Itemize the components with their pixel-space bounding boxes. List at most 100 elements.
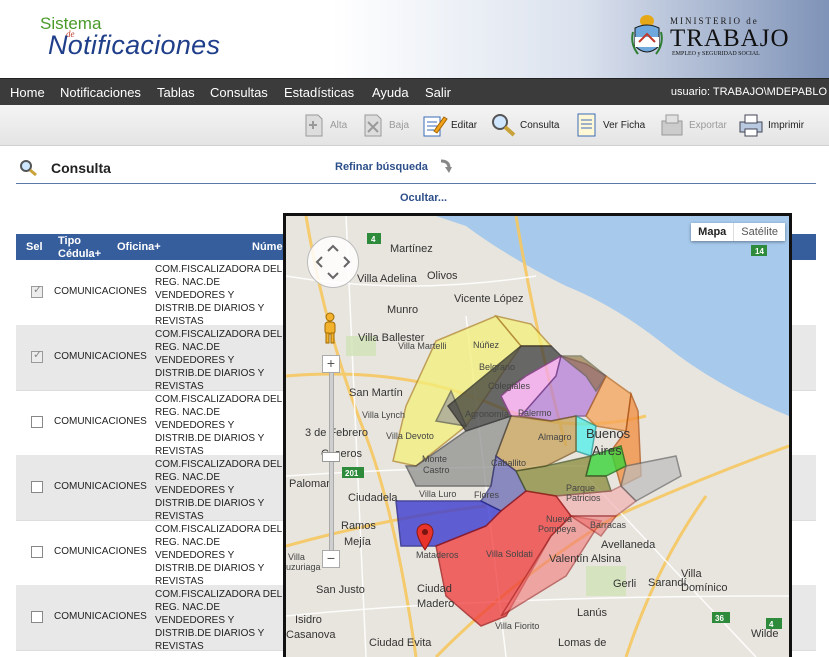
nav-consultas[interactable]: Consultas [210, 85, 268, 100]
route-201-label: 201 [345, 469, 359, 478]
map-label-san-justo: San Justo [316, 584, 365, 596]
route-4-label: 4 [371, 235, 376, 244]
map-label-palomar: Palomar [289, 478, 330, 490]
map-type-mapa[interactable]: Mapa [691, 223, 733, 241]
zoom-in-button[interactable]: + [322, 355, 340, 373]
zoom-slider-track[interactable] [329, 372, 334, 560]
baja-label: Baja [389, 119, 410, 131]
refinar-busqueda-link[interactable]: Refinar búsqueda [335, 161, 428, 173]
row-oficina-cell: COM.FISCALIZADORA DEL REG. NAC.DE VENDED… [155, 459, 282, 522]
ministerio-main-text: TRABAJO [670, 25, 790, 52]
map-type-satelite[interactable]: Satélite [733, 223, 785, 241]
map-label-ciudad-evita: Ciudad Evita [369, 637, 432, 649]
nav-estadisticas[interactable]: Estadísticas [284, 85, 354, 100]
map-label-palermo: Palermo [518, 408, 552, 418]
add-document-icon [305, 114, 323, 137]
map-label-lomas: Lomas de [558, 637, 606, 649]
header-sel[interactable]: Sel [26, 241, 43, 253]
row-select-checkbox[interactable] [31, 283, 43, 298]
row-tipo-cell: COMUNICACIONES [54, 481, 147, 492]
consulta-label: Consulta [520, 119, 560, 131]
alta-button[interactable]: Alta [299, 110, 347, 140]
map-label-caballito: Caballito [491, 458, 526, 468]
map-label-luzuriaga: uzuriaga [286, 562, 321, 572]
map-label-ciudadela: Ciudadela [348, 492, 398, 504]
header-numero[interactable]: Núme [252, 241, 283, 253]
row-select-checkbox[interactable] [31, 611, 43, 623]
exportar-button[interactable]: Exportar [658, 110, 727, 140]
editar-button[interactable]: Editar [420, 110, 477, 140]
action-toolbar: Alta Baja Editar Consulta Ver Ficha Expo… [0, 105, 829, 146]
ver-ficha-button[interactable]: Ver Ficha [572, 110, 645, 140]
map-label-agronomia: Agronomía [465, 409, 509, 419]
ministerio-trabajo-logo: MINISTERIO de TRABAJO EMPLEO y SEGURIDAD… [630, 12, 825, 64]
user-info: usuario: TRABAJO\MDEPABLO [670, 86, 827, 98]
map-label-san-martin: San Martín [349, 387, 403, 399]
imprimir-label: Imprimir [768, 119, 805, 131]
map-label-munro: Munro [387, 304, 418, 316]
pan-control[interactable] [307, 236, 359, 288]
main-nav: Home Notificaciones Tablas Consultas Est… [0, 78, 829, 106]
street-view-pegman-icon[interactable] [322, 312, 338, 344]
map-label-lanus: Lanús [577, 607, 607, 619]
page-title: Consulta [51, 160, 111, 176]
header-tipo[interactable]: Tipo [58, 235, 81, 247]
map-label-barracas: Barracas [590, 520, 627, 530]
map-label-gerli: Gerli [613, 578, 636, 590]
map-label-nueva: Nueva [546, 514, 572, 524]
row-tipo-cell: COMUNICACIONES [54, 351, 147, 362]
row-tipo-cell: COMUNICACIONES [54, 286, 147, 297]
header-cedula[interactable]: Cédula+ [58, 248, 101, 260]
map-label-villa-dominico-1: Villa [681, 568, 702, 580]
map-canvas[interactable]: 4 201 14 36 4 Martínez Villa Adelina Oli… [286, 216, 789, 657]
map-label-monte-castro-1: Monte [422, 454, 447, 464]
map-label-villa-martelli: Villa Martelli [398, 341, 446, 351]
row-tipo-cell: COMUNICACIONES [54, 611, 147, 622]
baja-button[interactable]: Baja [358, 110, 409, 140]
ver-ficha-label: Ver Ficha [603, 119, 646, 131]
map-label-pompeya: Pompeya [538, 524, 576, 534]
map-label-parque-2: Patricios [566, 493, 601, 503]
edit-icon [423, 116, 448, 137]
ocultar-link[interactable]: Ocultar... [400, 192, 447, 204]
row-select-checkbox[interactable] [31, 481, 43, 493]
map-popup[interactable]: 4 201 14 36 4 Martínez Villa Adelina Oli… [283, 213, 792, 657]
nav-tablas[interactable]: Tablas [157, 85, 195, 100]
nav-ayuda[interactable]: Ayuda [372, 85, 409, 100]
map-label-avellaneda: Avellaneda [601, 539, 656, 551]
map-label-madero: Madero [417, 598, 454, 610]
search-icon [492, 114, 516, 137]
map-marker-icon[interactable] [416, 523, 434, 551]
ministerio-sub-text: EMPLEO y SEGURIDAD SOCIAL [672, 51, 760, 57]
map-label-belgrano: Belgrano [479, 362, 515, 372]
row-select-checkbox[interactable] [31, 416, 43, 428]
document-icon [577, 113, 596, 137]
app-header: Sistema de Notificaciones MINISTERIO de … [0, 0, 829, 78]
map-label-martinez: Martínez [390, 243, 433, 255]
nav-notificaciones[interactable]: Notificaciones [60, 85, 141, 100]
map-label-olivos: Olivos [427, 270, 458, 282]
route-14-label: 14 [755, 247, 764, 256]
page-title-row: Consulta Refinar búsqueda [0, 152, 829, 182]
map-label-valentin-alsina: Valentín Alsina [549, 553, 622, 565]
map-label-villa-soldati: Villa Soldati [486, 549, 533, 559]
map-label-mataderos: Mataderos [416, 550, 459, 560]
consulta-button[interactable]: Consulta [489, 110, 559, 140]
header-oficina[interactable]: Oficina+ [117, 241, 161, 253]
map-label-parque-1: Parque [566, 483, 595, 493]
map-label-ramos: Ramos [341, 520, 376, 532]
refine-arrow-icon[interactable] [437, 158, 453, 175]
zoom-out-button[interactable]: − [322, 550, 340, 568]
imprimir-button[interactable]: Imprimir [737, 110, 804, 140]
nav-home[interactable]: Home [10, 85, 45, 100]
nav-salir[interactable]: Salir [425, 85, 451, 100]
zoom-slider-thumb[interactable] [322, 452, 340, 462]
map-label-nunez: Núñez [473, 340, 500, 350]
map-label-tres-de-febrero: 3 de Febrero [305, 427, 368, 439]
delete-document-icon [364, 114, 382, 137]
map-label-villa-lynch: Villa Lynch [362, 410, 405, 420]
row-select-checkbox[interactable] [31, 348, 43, 363]
map-label-villa-fiorito: Villa Fiorito [495, 621, 539, 631]
row-select-checkbox[interactable] [31, 546, 43, 558]
pan-arrows-icon [315, 244, 351, 280]
